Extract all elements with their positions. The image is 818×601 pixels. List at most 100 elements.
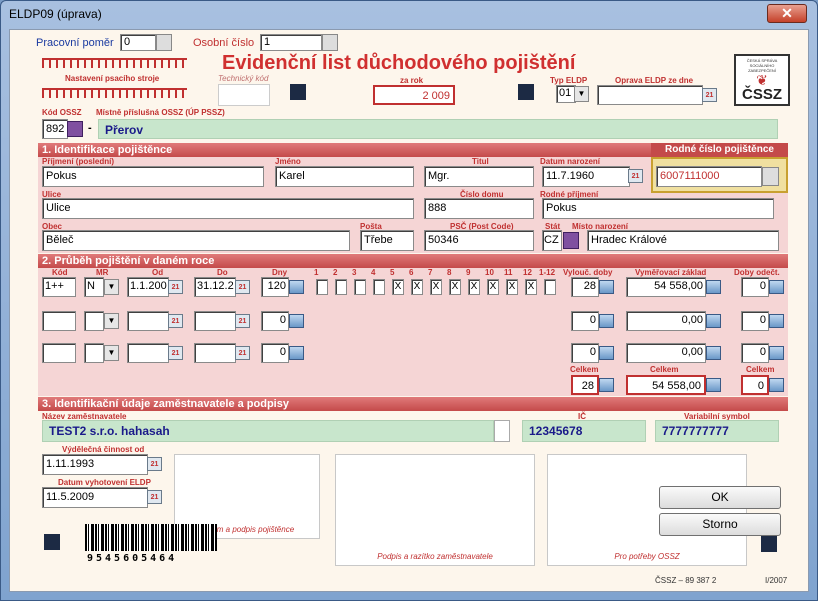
obec-input[interactable]: Běleč <box>42 230 350 251</box>
osobni-cislo-book-icon[interactable] <box>322 34 338 51</box>
row-vymer-input[interactable]: 0,00 <box>626 311 706 331</box>
row-doby-input[interactable]: 0 <box>741 343 769 363</box>
row-dny-calc-icon[interactable] <box>289 280 304 294</box>
datum-narozeni-input[interactable]: 11.7.1960 <box>542 166 630 187</box>
row-month-checkbox-9[interactable]: X <box>468 279 480 295</box>
row-dny-calc-icon[interactable] <box>289 314 304 328</box>
row-dny-input[interactable]: 0 <box>261 343 289 363</box>
row-kod-input[interactable] <box>42 343 76 363</box>
ok-button[interactable]: OK <box>659 486 781 509</box>
row-kod-input[interactable] <box>42 311 76 331</box>
row-month-checkbox-6[interactable]: X <box>411 279 423 295</box>
ulice-input[interactable]: Ulice <box>42 198 414 219</box>
row-month-checkbox-8[interactable]: X <box>449 279 461 295</box>
jmeno-input[interactable]: Karel <box>275 166 414 187</box>
row-vylouc-input[interactable]: 28 <box>571 277 599 297</box>
row-mr-select[interactable] <box>84 343 104 363</box>
row-vymer-calc-icon[interactable] <box>706 314 721 328</box>
pracovni-pomer-book-icon[interactable] <box>156 34 172 51</box>
storno-button[interactable]: Storno <box>659 513 781 536</box>
row-mr-chevron-down-icon[interactable]: ▼ <box>104 279 119 295</box>
row-doby-input[interactable]: 0 <box>741 277 769 297</box>
row-do-calendar-icon[interactable]: 21 <box>235 280 250 294</box>
row-month-checkbox-10[interactable]: X <box>487 279 499 295</box>
osobni-cislo-input[interactable]: 1 <box>260 34 322 51</box>
row-doby-calc-icon[interactable] <box>769 314 784 328</box>
row-month-checkbox-4[interactable] <box>373 279 385 295</box>
month-header-6: 6 <box>409 268 414 277</box>
vyhotoveni-input[interactable]: 11.5.2009 <box>42 487 148 508</box>
row-month-checkbox-7[interactable]: X <box>430 279 442 295</box>
row-mr-select[interactable]: N <box>84 277 104 297</box>
ruler-top <box>42 58 187 68</box>
row-do-input[interactable] <box>194 343 236 363</box>
row-od-input[interactable] <box>127 311 169 331</box>
row-vylouc-calc-icon[interactable] <box>599 346 614 360</box>
row-doby-input[interactable]: 0 <box>741 311 769 331</box>
oprava-calendar-icon[interactable]: 21 <box>702 88 717 102</box>
celkem-vymer-calc-icon[interactable] <box>706 378 721 392</box>
row-vymer-input[interactable]: 0,00 <box>626 343 706 363</box>
close-button[interactable]: ✕ <box>767 4 807 23</box>
stat-book-icon[interactable] <box>563 232 579 249</box>
psc-input[interactable]: 50346 <box>424 230 534 251</box>
row-dny-input[interactable]: 0 <box>261 311 289 331</box>
typ-eldp-chevron-down-icon[interactable]: ▼ <box>574 86 589 102</box>
row-od-calendar-icon[interactable]: 21 <box>168 314 183 328</box>
rodne-prijmeni-input[interactable]: Pokus <box>542 198 774 219</box>
row-od-calendar-icon[interactable]: 21 <box>168 346 183 360</box>
nastaveni-tiskarny-label: Nastavení psacího stroje <box>65 74 160 83</box>
oprava-input[interactable] <box>597 85 703 105</box>
kod-ossz-book-icon[interactable] <box>67 121 83 137</box>
vydelecna-input[interactable]: 1.11.1993 <box>42 454 148 475</box>
row-do-calendar-icon[interactable]: 21 <box>235 314 250 328</box>
stat-input[interactable]: CZ <box>542 230 562 251</box>
row-od-calendar-icon[interactable]: 21 <box>168 280 183 294</box>
row-do-calendar-icon[interactable]: 21 <box>235 346 250 360</box>
row-kod-input[interactable]: 1++ <box>42 277 76 297</box>
vydelecna-calendar-icon[interactable]: 21 <box>147 457 162 471</box>
row-vylouc-input[interactable]: 0 <box>571 343 599 363</box>
typ-eldp-select[interactable]: 01 <box>556 85 576 103</box>
row-mr-select[interactable] <box>84 311 104 331</box>
posta-input[interactable]: Třebe <box>360 230 414 251</box>
row-month-checkbox-5[interactable]: X <box>392 279 404 295</box>
row-vymer-calc-icon[interactable] <box>706 346 721 360</box>
row-month-checkbox-1[interactable] <box>316 279 328 295</box>
cislo-domu-input[interactable]: 888 <box>424 198 534 219</box>
row-month-checkbox-12[interactable]: X <box>525 279 537 295</box>
kod-ossz-input[interactable]: 892 <box>42 119 68 139</box>
row-doby-calc-icon[interactable] <box>769 280 784 294</box>
nazev-book-icon[interactable] <box>494 420 510 442</box>
row-vymer-input[interactable]: 54 558,00 <box>626 277 706 297</box>
misto-narozeni-input[interactable]: Hradec Králové <box>587 230 779 251</box>
ruler-bottom[interactable] <box>42 88 187 98</box>
rodne-cislo-input[interactable]: 6007111000 <box>656 166 762 187</box>
row-od-input[interactable] <box>127 343 169 363</box>
row-vymer-calc-icon[interactable] <box>706 280 721 294</box>
vyhotoveni-calendar-icon[interactable]: 21 <box>147 490 162 504</box>
row-dny-calc-icon[interactable] <box>289 346 304 360</box>
row-vylouc-calc-icon[interactable] <box>599 280 614 294</box>
row-do-input[interactable]: 31.12.2 <box>194 277 236 297</box>
pracovni-pomer-input[interactable]: 0 <box>120 34 156 51</box>
row-do-input[interactable] <box>194 311 236 331</box>
row-mr-chevron-down-icon[interactable]: ▼ <box>104 345 119 361</box>
row-month-checkbox-3[interactable] <box>354 279 366 295</box>
row-dny-input[interactable]: 120 <box>261 277 289 297</box>
prijmeni-input[interactable]: Pokus <box>42 166 264 187</box>
rodne-cislo-book-icon[interactable] <box>762 167 779 186</box>
row-month-checkbox-11[interactable]: X <box>506 279 518 295</box>
row-mr-chevron-down-icon[interactable]: ▼ <box>104 313 119 329</box>
datum-narozeni-calendar-icon[interactable]: 21 <box>628 169 643 183</box>
row-vylouc-input[interactable]: 0 <box>571 311 599 331</box>
row-month-checkbox-all[interactable] <box>544 279 556 295</box>
row-vylouc-calc-icon[interactable] <box>599 314 614 328</box>
titul-input[interactable]: Mgr. <box>424 166 534 187</box>
za-rok-input[interactable]: 2 009 <box>373 85 455 105</box>
row-od-input[interactable]: 1.1.200 <box>127 277 169 297</box>
row-doby-calc-icon[interactable] <box>769 346 784 360</box>
celkem-vylouc-calc-icon[interactable] <box>599 378 614 392</box>
row-month-checkbox-2[interactable] <box>335 279 347 295</box>
celkem-doby-calc-icon[interactable] <box>769 378 784 392</box>
